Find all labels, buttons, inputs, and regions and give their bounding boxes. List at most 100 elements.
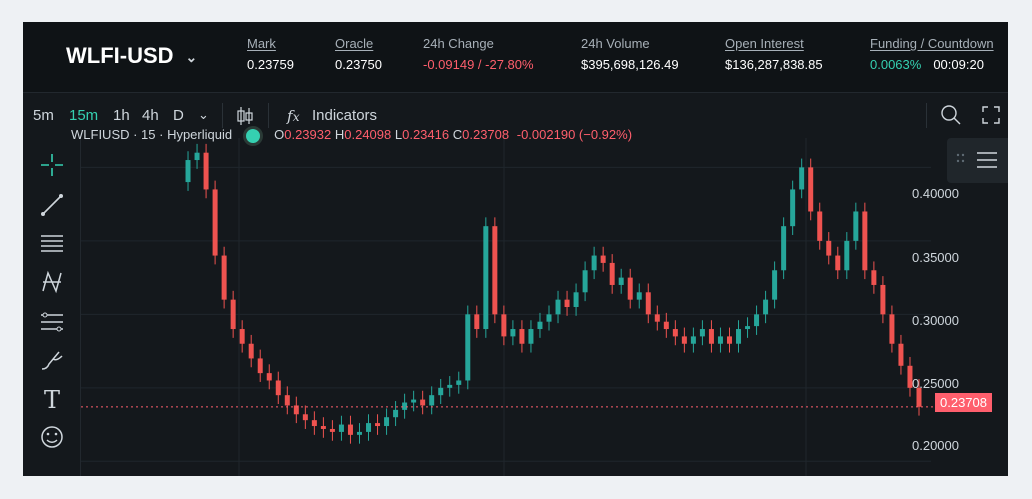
y-tick: 0.30000: [912, 313, 959, 328]
candle-body: [447, 384, 453, 388]
candle-body: [726, 336, 732, 344]
candle-body: [871, 270, 877, 285]
candle-body: [438, 387, 444, 396]
interval-d[interactable]: D: [173, 107, 184, 124]
open-interest-value: $136,287,838.85: [725, 57, 823, 72]
change-value: -0.09149 / -27.80%: [423, 57, 534, 72]
price-chart[interactable]: [81, 138, 1008, 476]
volume-label: 24h Volume: [581, 36, 650, 51]
candle-body: [880, 284, 886, 315]
legend-high: 0.24098: [344, 127, 392, 142]
divider: [222, 103, 223, 128]
candle-body: [681, 336, 687, 344]
measure-icon[interactable]: [39, 309, 65, 335]
candle-body: [356, 431, 362, 435]
y-tick: 0.40000: [912, 186, 959, 201]
interval-dropdown-icon[interactable]: ⌄: [198, 107, 209, 123]
candle-body: [284, 395, 290, 406]
candle-body: [411, 399, 417, 403]
interval-4h[interactable]: 4h: [142, 107, 159, 124]
candle-body: [429, 395, 435, 406]
candle-body: [266, 373, 272, 381]
candle-body: [645, 292, 651, 315]
candle-body: [708, 329, 714, 344]
pair-selector[interactable]: WLFI-USD ⌄: [66, 43, 197, 69]
candle-body: [663, 321, 669, 330]
chevron-down-icon: ⌄: [185, 48, 198, 65]
chart-canvas[interactable]: [81, 138, 1008, 476]
candle-body: [203, 152, 209, 190]
candle-body: [221, 255, 227, 300]
fullscreen-icon[interactable]: [982, 106, 1000, 124]
candle-body: [690, 336, 696, 344]
divider: [268, 103, 269, 128]
open-interest-label: Open Interest: [725, 36, 804, 51]
candle-body: [799, 167, 805, 190]
crosshair-icon[interactable]: [39, 152, 65, 178]
candle-body: [609, 262, 615, 285]
legend-open-label: O: [274, 127, 285, 142]
layers-button[interactable]: [947, 138, 1008, 183]
zoom-icon[interactable]: [940, 104, 962, 126]
candle-body: [320, 426, 326, 429]
indicators-button[interactable]: Indicators: [312, 107, 377, 124]
candle-body: [654, 314, 660, 322]
divider: [926, 103, 927, 128]
oracle-value: 0.23750: [335, 57, 382, 72]
candle-body: [591, 255, 597, 271]
volume-stat: 24h Volume $395,698,126.49: [581, 36, 679, 72]
chart-legend: WLFIUSD · 15 · Hyperliquid O0.23932 H0.24…: [71, 127, 632, 143]
funding-stat: Funding / Countdown 0.0063% 00:09:20: [870, 36, 994, 72]
candle-body: [456, 380, 462, 385]
candle-body: [781, 226, 787, 271]
volume-value: $395,698,126.49: [581, 57, 679, 72]
candle-body: [528, 329, 534, 344]
change-label: 24h Change: [423, 36, 494, 51]
candle-body: [212, 189, 218, 256]
candle-body: [844, 240, 850, 271]
legend-change: -0.002190 (−0.92%): [516, 127, 633, 142]
candle-body: [672, 329, 678, 337]
candle-body: [185, 160, 191, 183]
trendline-icon[interactable]: [39, 192, 65, 218]
candle-body: [420, 399, 426, 406]
visibility-icon[interactable]: [246, 128, 261, 143]
candle-body: [790, 189, 796, 227]
candle-body: [492, 226, 498, 315]
candle-body: [384, 417, 390, 427]
legend-close-label: C: [452, 127, 463, 142]
candle-body: [835, 255, 841, 271]
y-tick: 0.20000: [912, 438, 959, 453]
oracle-label: Oracle: [335, 36, 374, 51]
candle-body: [366, 423, 372, 432]
trading-panel: WLFI-USD ⌄ Mark 0.23759 Oracle 0.23750 24…: [23, 22, 1008, 476]
legend-high-label: H: [334, 127, 345, 142]
interval-5m[interactable]: 5m: [33, 107, 54, 124]
candle-body: [230, 299, 236, 330]
brush-icon[interactable]: [39, 347, 65, 373]
candle-body: [257, 358, 263, 374]
text-icon[interactable]: T: [39, 386, 65, 414]
candles-icon[interactable]: [236, 106, 254, 126]
pattern-icon[interactable]: [39, 269, 65, 295]
interval-15m[interactable]: 15m: [69, 107, 98, 124]
emoji-icon[interactable]: [39, 424, 65, 450]
interval-1h[interactable]: 1h: [113, 107, 130, 124]
candle-body: [627, 277, 633, 300]
mark-value: 0.23759: [247, 57, 294, 72]
candle-body: [375, 423, 381, 427]
legend-symbol: WLFIUSD · 15 · Hyperliquid: [71, 127, 233, 142]
candle-body: [745, 326, 751, 330]
candle-body: [465, 314, 471, 381]
candle-body: [564, 299, 570, 307]
candle-body: [311, 420, 317, 427]
drawing-tools: T: [23, 138, 81, 476]
candle-body: [889, 314, 895, 344]
candle-body: [519, 329, 525, 344]
legend-close: 0.23708: [462, 127, 510, 142]
function-icon[interactable]: fx: [287, 107, 300, 125]
layers-icon: [956, 152, 997, 168]
candle-body: [862, 211, 868, 271]
horizontal-lines-icon[interactable]: [39, 230, 65, 256]
candle-body: [393, 409, 399, 418]
